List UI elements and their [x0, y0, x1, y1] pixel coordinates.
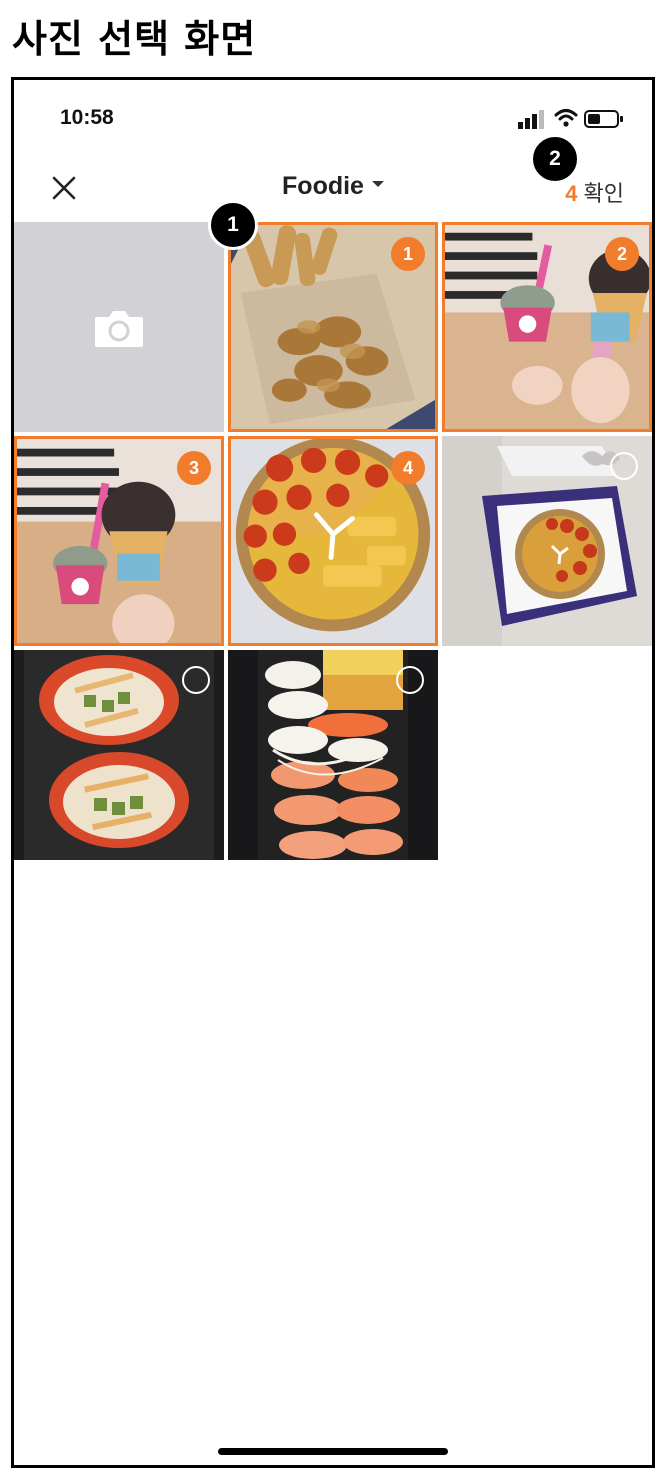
selected-count: 4 [565, 181, 578, 206]
select-circle[interactable] [610, 452, 638, 480]
photo-tile[interactable]: 4 [228, 436, 438, 646]
selection-order-badge: 1 [391, 237, 425, 271]
signal-icon [518, 110, 544, 129]
caret-down-icon [371, 181, 384, 188]
annotation-callout-2: 2 [530, 134, 580, 184]
select-circle[interactable] [182, 666, 210, 694]
selection-order-badge: 2 [605, 237, 639, 271]
battery-icon [584, 110, 623, 128]
photo-tile[interactable] [228, 650, 438, 860]
home-indicator [218, 1448, 448, 1455]
status-time: 10:58 [60, 106, 114, 129]
wifi-icon [554, 109, 578, 127]
photo-tile[interactable]: 1 [228, 222, 438, 432]
selection-order-badge: 4 [391, 451, 425, 485]
album-title: Foodie [282, 172, 364, 200]
photo-tile[interactable]: 2 [442, 222, 652, 432]
photo-tile[interactable] [14, 650, 224, 860]
select-circle[interactable] [396, 666, 424, 694]
photo-tile[interactable] [442, 436, 652, 646]
phone-screen: 10:58 Foodie 4 확인 1 2 3 4 1 2 [11, 77, 655, 1468]
camera-tile[interactable] [14, 222, 224, 432]
selection-order-badge: 3 [177, 451, 211, 485]
photo-tile[interactable]: 3 [14, 436, 224, 646]
confirm-label: 확인 [583, 182, 624, 207]
annotation-callout-1: 1 [208, 200, 258, 250]
confirm-button[interactable]: 4 확인 [565, 176, 624, 208]
camera-icon [95, 311, 143, 347]
page-heading: 사진 선택 화면 [12, 17, 257, 61]
